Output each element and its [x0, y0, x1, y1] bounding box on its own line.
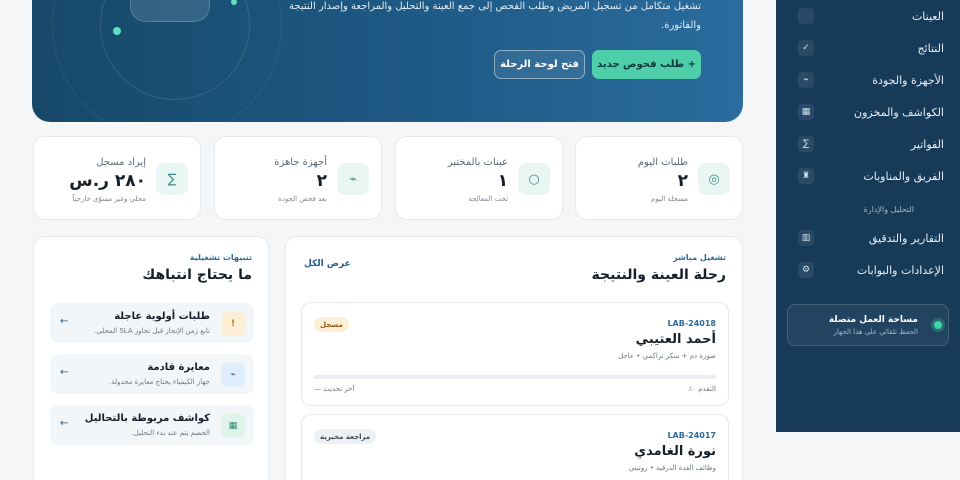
stat-label: طلبات اليوم: [637, 157, 688, 168]
workspace-status-subtitle: الحفظ تلقائي على هذا الجهاز: [833, 328, 918, 336]
alerts-panel: تنبيهات تشغيلية ما يحتاج انتباهك ! طلبات…: [33, 236, 269, 480]
patient-name: نورة الغامدي: [634, 444, 716, 459]
flask-icon: [798, 8, 814, 24]
sidebar-item-label: الإعدادات والبوابات: [856, 263, 944, 277]
stat-value: ٢٨٠ ر.س: [69, 171, 146, 191]
stat-card-orders-today: ◎ طلبات اليوم ٢ مسجلة اليوم: [575, 136, 743, 220]
person-icon: ♜: [798, 168, 814, 184]
status-badge: مراجعة مخبرية: [314, 429, 377, 444]
sidebar-item-label: الفواتير: [910, 137, 944, 151]
check-icon: ✓: [798, 40, 814, 56]
sample-code: LAB-24017: [667, 431, 716, 440]
workspace-status: مساحة العمل متصلة الحفظ تلقائي على هذا ا…: [787, 304, 949, 346]
stat-subtext: مسجلة اليوم: [651, 195, 688, 203]
alert-item-calibration[interactable]: ⌁ معايرة قادمة جهاز الكيمياء يحتاج معاير…: [50, 354, 254, 394]
alert-description: الخصم يتم عند بدء التحليل.: [131, 429, 211, 437]
sidebar-item-label: العينات: [911, 9, 944, 23]
sidebar-item-results[interactable]: النتائج ✓: [792, 35, 944, 61]
sidebar-item-label: الأجهزة والجودة: [872, 73, 944, 87]
sidebar-item-reagents-inventory[interactable]: الكواشف والمخزون ▦: [792, 99, 944, 125]
settings-icon: ⚙: [798, 262, 814, 278]
stat-card-revenue: ∑ إيراد مسجل ٢٨٠ ر.س محلي وغير مسوّى خار…: [33, 136, 201, 220]
exclamation-icon: !: [221, 312, 245, 336]
sidebar-item-settings-portals[interactable]: الإعدادات والبوابات ⚙: [792, 257, 944, 283]
alert-item-reagents[interactable]: ▦ كواشف مربوطة بالتحاليل الخصم يتم عند ب…: [50, 405, 254, 445]
sample-tests: وظائف الغدة الدرقية • روتيني: [628, 464, 716, 472]
decorative-dot: [113, 27, 121, 35]
panel-kicker: تنبيهات تشغيلية: [189, 253, 252, 262]
stat-card-samples-in-lab: ○ عينات بالمختبر ١ تحت المعالجة: [395, 136, 563, 220]
sidebar-item-devices-quality[interactable]: الأجهزة والجودة ⌁: [792, 67, 944, 93]
stat-label: عينات بالمختبر: [447, 157, 508, 168]
hero-description: تشغيل متكامل من تسجيل المريض وطلب الفحص …: [289, 1, 701, 31]
panel-title: رحلة العينة والنتيجة: [591, 267, 726, 283]
sidebar-item-reports-audit[interactable]: التقارير والتدقيق ▥: [792, 225, 944, 251]
sigma-icon: ∑: [156, 163, 188, 195]
arrow-left-icon: ←: [60, 316, 69, 327]
alert-item-urgent-orders[interactable]: ! طلبات أولوية عاجلة تابع زمن الإنجاز قب…: [50, 303, 254, 343]
pulse-icon: ⌁: [221, 363, 245, 387]
sidebar-item-team-shifts[interactable]: الفريق والمناوبات ♜: [792, 163, 944, 189]
sidebar-item-invoices[interactable]: الفواتير ∑: [792, 131, 944, 157]
stat-label: أجهزة جاهزة: [274, 157, 327, 168]
drop-icon: ○: [518, 163, 550, 195]
new-test-order-button[interactable]: + طلب فحوص جديد: [592, 50, 701, 79]
stat-label: إيراد مسجل: [96, 157, 146, 168]
progress-label: التقدم ٠٪: [688, 385, 717, 393]
table-icon: ▥: [798, 230, 814, 246]
status-dot-icon: [934, 321, 942, 329]
alert-title: طلبات أولوية عاجلة: [114, 311, 210, 322]
alert-description: جهاز الكيمياء يحتاج معايرة مجدولة.: [108, 378, 210, 386]
patient-name: أحمد العتيبي: [635, 332, 716, 347]
decorative-glass-card: [130, 0, 210, 22]
sidebar-item-label: الكواشف والمخزون: [854, 105, 944, 119]
stat-value: ٢: [316, 171, 327, 191]
stat-subtext: محلي وغير مسوّى خارجياً: [72, 195, 146, 203]
sidebar-item-samples[interactable]: العينات: [792, 3, 944, 29]
sidebar-item-label: النتائج: [917, 41, 944, 55]
view-all-link[interactable]: عرض الكل: [304, 259, 351, 269]
sample-card[interactable]: LAB-24018 أحمد العتيبي صورة دم + سكر ترا…: [301, 302, 729, 406]
sample-code: LAB-24018: [667, 319, 716, 328]
progress-bar: [314, 375, 716, 379]
arrow-left-icon: ←: [60, 367, 69, 378]
hero-banner: تشغيل متكامل من تسجيل المريض وطلب الفحص …: [32, 0, 743, 122]
stat-card-devices-ready: ⌁ أجهزة جاهزة ٢ بعد فحص الجودة: [214, 136, 382, 220]
stat-subtext: بعد فحص الجودة: [278, 195, 327, 203]
panel-kicker: تشغيل مباشر: [673, 253, 726, 262]
stat-value: ٢: [677, 171, 688, 191]
sample-tests: صورة دم + سكر تراكمي • عاجل: [618, 352, 716, 360]
pulse-icon: ⌁: [337, 163, 369, 195]
status-badge: مسجل: [314, 317, 349, 332]
sidebar-item-label: التقارير والتدقيق: [868, 231, 944, 245]
alert-title: كواشف مربوطة بالتحاليل: [84, 413, 210, 424]
sigma-icon: ∑: [798, 136, 814, 152]
pulse-icon: ⌁: [798, 72, 814, 88]
stat-subtext: تحت المعالجة: [468, 195, 508, 203]
arrow-left-icon: ←: [60, 418, 69, 429]
sidebar: العينات النتائج ✓ الأجهزة والجودة ⌁ الكو…: [776, 0, 960, 432]
sample-card[interactable]: LAB-24017 نورة الغامدي وظائف الغدة الدرق…: [301, 414, 729, 480]
target-icon: ◎: [698, 163, 730, 195]
last-updated-label: آخر تحديث —: [314, 385, 355, 393]
panel-title: ما يحتاج انتباهك: [142, 267, 252, 283]
grid-icon: ▦: [221, 414, 245, 438]
sample-journey-panel: تشغيل مباشر رحلة العينة والنتيجة عرض الك…: [285, 236, 743, 480]
sidebar-section-label: التحليل والإدارة: [863, 205, 914, 214]
grid-icon: ▦: [798, 104, 814, 120]
alert-title: معايرة قادمة: [147, 362, 210, 373]
alert-description: تابع زمن الإنجاز قبل تجاوز SLA المحلي.: [94, 327, 210, 335]
stat-value: ١: [497, 171, 508, 191]
open-journey-board-button[interactable]: فتح لوحة الرحلة: [494, 50, 585, 79]
sidebar-item-label: الفريق والمناوبات: [863, 169, 944, 183]
workspace-status-title: مساحة العمل متصلة: [828, 315, 918, 325]
